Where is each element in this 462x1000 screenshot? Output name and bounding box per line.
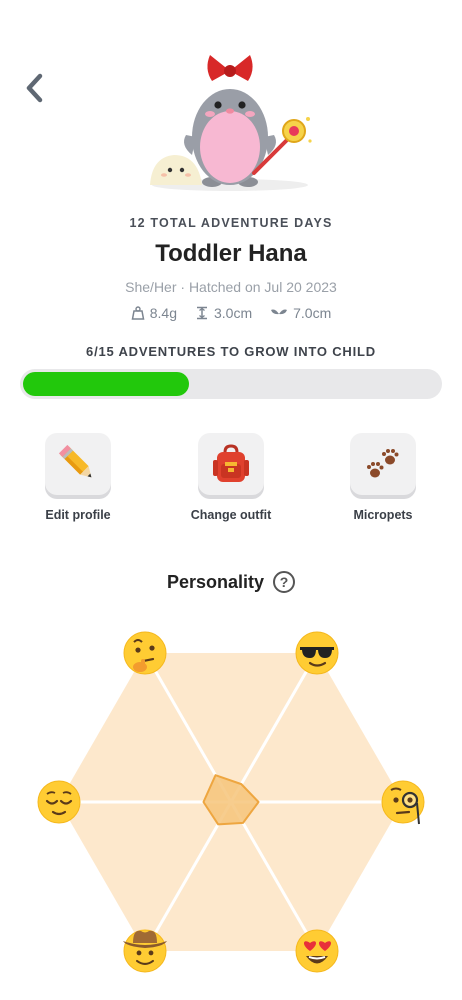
paw-prints-icon bbox=[367, 449, 399, 478]
pencil-icon bbox=[58, 444, 92, 478]
weight-stat: 8.4g bbox=[131, 305, 177, 321]
scale-icon bbox=[131, 306, 145, 320]
profile-actions: Edit profile Change outfit Micropets bbox=[0, 433, 462, 533]
backpack-icon bbox=[213, 444, 249, 482]
monocle-face-icon[interactable] bbox=[381, 780, 425, 825]
blob-companion-icon bbox=[150, 155, 202, 185]
wingspan-value: 7.0cm bbox=[293, 305, 332, 321]
height-icon bbox=[197, 306, 207, 320]
micropets-label: Micropets bbox=[353, 508, 413, 522]
growth-progress-label: 6/15 ADVENTURES TO GROW INTO CHILD bbox=[86, 344, 376, 359]
pet-meta: She/Her · Hatched on Jul 20 2023 bbox=[125, 279, 337, 295]
pet-name: Toddler Hana bbox=[155, 240, 307, 267]
growth-progress-fill bbox=[23, 372, 189, 396]
edit-profile-button[interactable]: Edit profile bbox=[23, 433, 133, 522]
pet-stats: 8.4g 3.0cm 7.0cm bbox=[0, 305, 462, 321]
height-value: 3.0cm bbox=[214, 305, 253, 321]
thinking-face-icon[interactable] bbox=[123, 631, 167, 675]
change-outfit-button[interactable]: Change outfit bbox=[176, 433, 286, 522]
personality-radar-chart bbox=[37, 631, 425, 973]
sunglasses-face-icon[interactable] bbox=[295, 631, 339, 675]
wingspan-stat: 7.0cm bbox=[270, 305, 331, 321]
growth-progress-bar bbox=[20, 369, 442, 399]
height-stat: 3.0cm bbox=[195, 305, 252, 321]
bow-icon bbox=[207, 55, 253, 81]
personality-header: Personality ? bbox=[0, 571, 462, 593]
cowboy-face-icon[interactable] bbox=[123, 929, 167, 973]
heart-eyes-face-icon[interactable] bbox=[295, 929, 339, 973]
help-button[interactable]: ? bbox=[273, 571, 296, 593]
chevron-left-icon bbox=[26, 73, 43, 103]
micropets-button[interactable]: Micropets bbox=[328, 433, 438, 522]
edit-profile-tile bbox=[45, 433, 111, 495]
weight-value: 8.4g bbox=[149, 305, 177, 321]
pet-avatar bbox=[150, 55, 312, 191]
micropets-tile bbox=[350, 433, 416, 495]
relieved-face-icon[interactable] bbox=[37, 780, 81, 824]
personality-title: Personality bbox=[166, 571, 265, 592]
edit-profile-label: Edit profile bbox=[45, 508, 111, 522]
back-button[interactable] bbox=[18, 70, 52, 106]
wingspan-icon bbox=[271, 309, 288, 315]
change-outfit-tile bbox=[198, 433, 264, 495]
change-outfit-label: Change outfit bbox=[190, 508, 272, 522]
adventure-days-count: 12 TOTAL ADVENTURE DAYS bbox=[129, 216, 333, 230]
